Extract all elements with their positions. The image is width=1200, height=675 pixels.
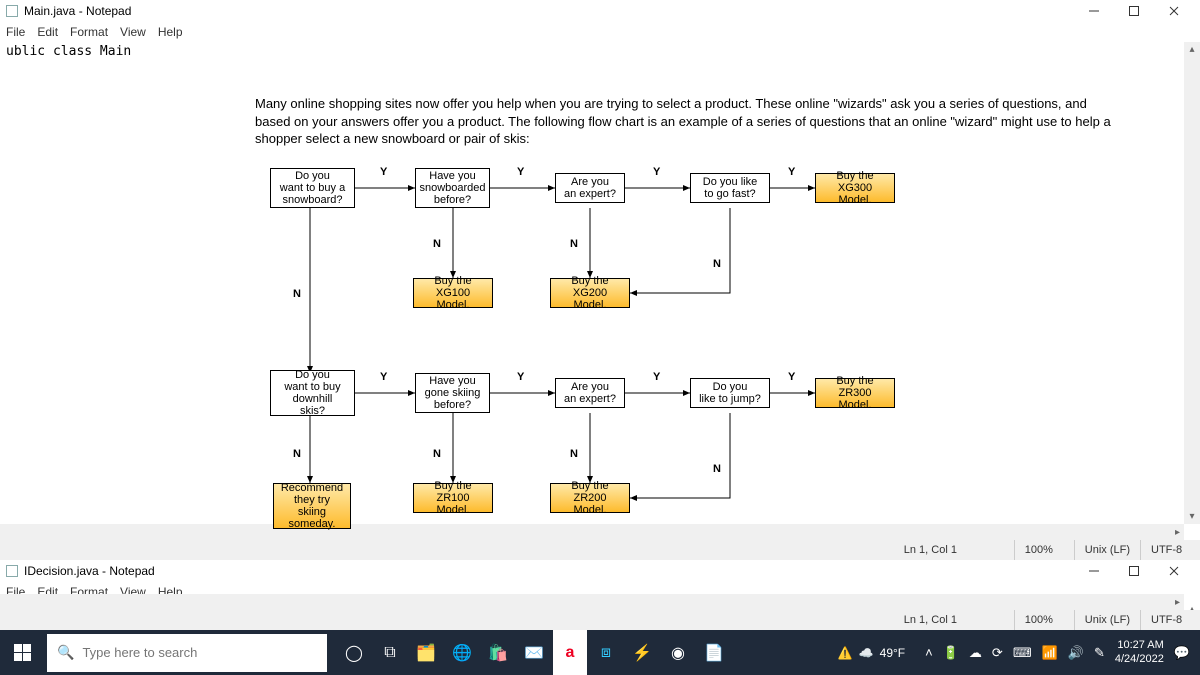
menu-file[interactable]: File xyxy=(6,25,25,39)
node-snow-xg200: Buy the XG200Model. xyxy=(550,278,630,308)
label-yes: Y xyxy=(380,166,387,178)
label-yes: Y xyxy=(517,166,524,178)
tray-notifications-icon[interactable]: 💬 xyxy=(1174,645,1190,661)
label-no: N xyxy=(433,238,441,250)
close-button[interactable] xyxy=(1154,560,1194,582)
flowchart-intro: Many online shopping sites now offer you… xyxy=(255,95,1125,148)
menu-view[interactable]: View xyxy=(120,25,146,39)
window-title: Main.java - Notepad xyxy=(24,4,131,18)
dropbox-icon[interactable]: ⧈ xyxy=(589,630,623,675)
label-no: N xyxy=(713,258,721,270)
maximize-button[interactable] xyxy=(1114,0,1154,22)
status-bar: Ln 1, Col 1 100% Unix (LF) UTF-8 xyxy=(0,610,1200,630)
tray-battery-icon[interactable]: 🔋 xyxy=(943,645,959,661)
notepad-icon xyxy=(6,5,18,17)
menu-edit[interactable]: Edit xyxy=(37,25,58,39)
maximize-button[interactable] xyxy=(1114,560,1154,582)
chrome-icon[interactable]: ◉ xyxy=(661,630,695,675)
tray-wifi-icon[interactable]: 📶 xyxy=(1042,645,1058,661)
node-ski-q2: Have yougone skiingbefore? xyxy=(415,373,490,413)
search-icon: 🔍 xyxy=(57,644,74,661)
scroll-up-icon[interactable]: ▴ xyxy=(1187,42,1196,57)
tray-chevron-up-icon[interactable]: ˄ xyxy=(925,645,933,660)
tray-clock[interactable]: 10:27 AM 4/24/2022 xyxy=(1115,639,1164,665)
tray-time: 10:27 AM xyxy=(1115,639,1164,652)
node-ski-recommend: Recommendthey tryskiingsomeday. xyxy=(273,483,351,529)
status-position: Ln 1, Col 1 xyxy=(894,610,1014,630)
store-icon[interactable]: 🛍️ xyxy=(481,630,515,675)
node-ski-zr200: Buy the ZR200Model. xyxy=(550,483,630,513)
window-title: IDecision.java - Notepad xyxy=(24,564,155,578)
node-snow-q3: Are youan expert? xyxy=(555,173,625,203)
node-snow-q1: Do youwant to buy asnowboard? xyxy=(270,168,355,208)
app-lightning-icon[interactable]: ⚡ xyxy=(625,630,659,675)
node-snow-q4: Do you liketo go fast? xyxy=(690,173,770,203)
status-encoding: UTF-8 xyxy=(1140,610,1200,630)
label-no: N xyxy=(570,448,578,460)
search-input[interactable] xyxy=(82,645,317,660)
menu-format[interactable]: Format xyxy=(70,25,108,39)
label-yes: Y xyxy=(653,166,660,178)
label-no: N xyxy=(433,448,441,460)
windows-logo-icon xyxy=(14,644,31,661)
label-yes: Y xyxy=(380,371,387,383)
label-no: N xyxy=(713,463,721,475)
notepad-icon xyxy=(6,565,18,577)
flowchart-document: Many online shopping sites now offer you… xyxy=(255,95,1185,598)
minimize-button[interactable] xyxy=(1074,0,1114,22)
tray-date: 4/24/2022 xyxy=(1115,653,1164,666)
scroll-down-icon[interactable]: ▾ xyxy=(1187,509,1196,524)
close-button[interactable] xyxy=(1154,0,1194,22)
node-snow-q2: Have yousnowboardedbefore? xyxy=(415,168,490,208)
node-snow-xg100: Buy the XG100Model. xyxy=(413,278,493,308)
tray-volume-icon[interactable]: 🔊 xyxy=(1068,645,1084,661)
label-yes: Y xyxy=(788,371,795,383)
titlebar[interactable]: IDecision.java - Notepad xyxy=(0,560,1200,582)
scroll-right-icon[interactable]: ▸ xyxy=(1171,597,1184,608)
node-ski-q1: Do youwant to buydownhillskis? xyxy=(270,370,355,416)
label-no: N xyxy=(293,288,301,300)
start-button[interactable] xyxy=(0,630,45,675)
label-yes: Y xyxy=(788,166,795,178)
weather-alert-icon: ⚠️ xyxy=(838,646,853,660)
status-zoom: 100% xyxy=(1014,610,1074,630)
cortana-icon[interactable]: ◯ xyxy=(337,630,371,675)
taskbar: 🔍 ◯ ⧉ 🗂️ 🌐 🛍️ ✉️ a ⧈ ⚡ ◉ 📄 ⚠️ ☁️ 49°F ˄ … xyxy=(0,630,1200,675)
taskbar-weather[interactable]: ⚠️ ☁️ 49°F xyxy=(838,646,905,660)
notepad-window-idecision: IDecision.java - Notepad File Edit Forma… xyxy=(0,560,1200,630)
file-explorer-icon[interactable]: 🗂️ xyxy=(409,630,443,675)
label-no: N xyxy=(293,448,301,460)
tray-update-icon[interactable]: ⟳ xyxy=(992,645,1003,661)
edge-icon[interactable]: 🌐 xyxy=(445,630,479,675)
horizontal-scrollbar[interactable]: ▸ xyxy=(0,594,1184,610)
flowchart: Do youwant to buy asnowboard? Have yousn… xyxy=(255,158,1155,598)
tray-onedrive-icon[interactable]: ☁ xyxy=(969,645,982,661)
system-tray: ˄ 🔋 ☁ ⟳ ⌨ 📶 🔊 ✎ 10:27 AM 4/24/2022 💬 xyxy=(915,630,1200,675)
weather-temp: 49°F xyxy=(880,646,905,660)
label-no: N xyxy=(570,238,578,250)
menu-help[interactable]: Help xyxy=(158,25,183,39)
weather-cloud-icon: ☁️ xyxy=(859,646,874,660)
status-eol: Unix (LF) xyxy=(1074,610,1140,630)
taskbar-pinned: ◯ ⧉ 🗂️ 🌐 🛍️ ✉️ a ⧈ ⚡ ◉ 📄 xyxy=(337,630,731,675)
label-yes: Y xyxy=(653,371,660,383)
titlebar[interactable]: Main.java - Notepad xyxy=(0,0,1200,22)
tray-pen-icon[interactable]: ✎ xyxy=(1094,645,1105,661)
task-view-icon[interactable]: ⧉ xyxy=(373,630,407,675)
app-a-icon[interactable]: a xyxy=(553,630,587,675)
node-snow-xg300: Buy the XG300Model. xyxy=(815,173,895,203)
mail-icon[interactable]: ✉️ xyxy=(517,630,551,675)
taskbar-search[interactable]: 🔍 xyxy=(47,634,327,672)
tray-keyboard-icon[interactable]: ⌨ xyxy=(1013,645,1032,661)
minimize-button[interactable] xyxy=(1074,560,1114,582)
label-yes: Y xyxy=(517,371,524,383)
node-ski-zr100: Buy the ZR100Model. xyxy=(413,483,493,513)
node-ski-q3: Are youan expert? xyxy=(555,378,625,408)
menu-bar: File Edit Format View Help xyxy=(0,22,1200,42)
node-ski-zr300: Buy the ZR300Model. xyxy=(815,378,895,408)
notepad-taskbar-icon[interactable]: 📄 xyxy=(697,630,731,675)
node-ski-q4: Do youlike to jump? xyxy=(690,378,770,408)
vertical-scrollbar[interactable]: ▴ ▾ xyxy=(1184,42,1200,524)
editor-area[interactable]: ublic class Main xyxy=(0,42,1200,61)
